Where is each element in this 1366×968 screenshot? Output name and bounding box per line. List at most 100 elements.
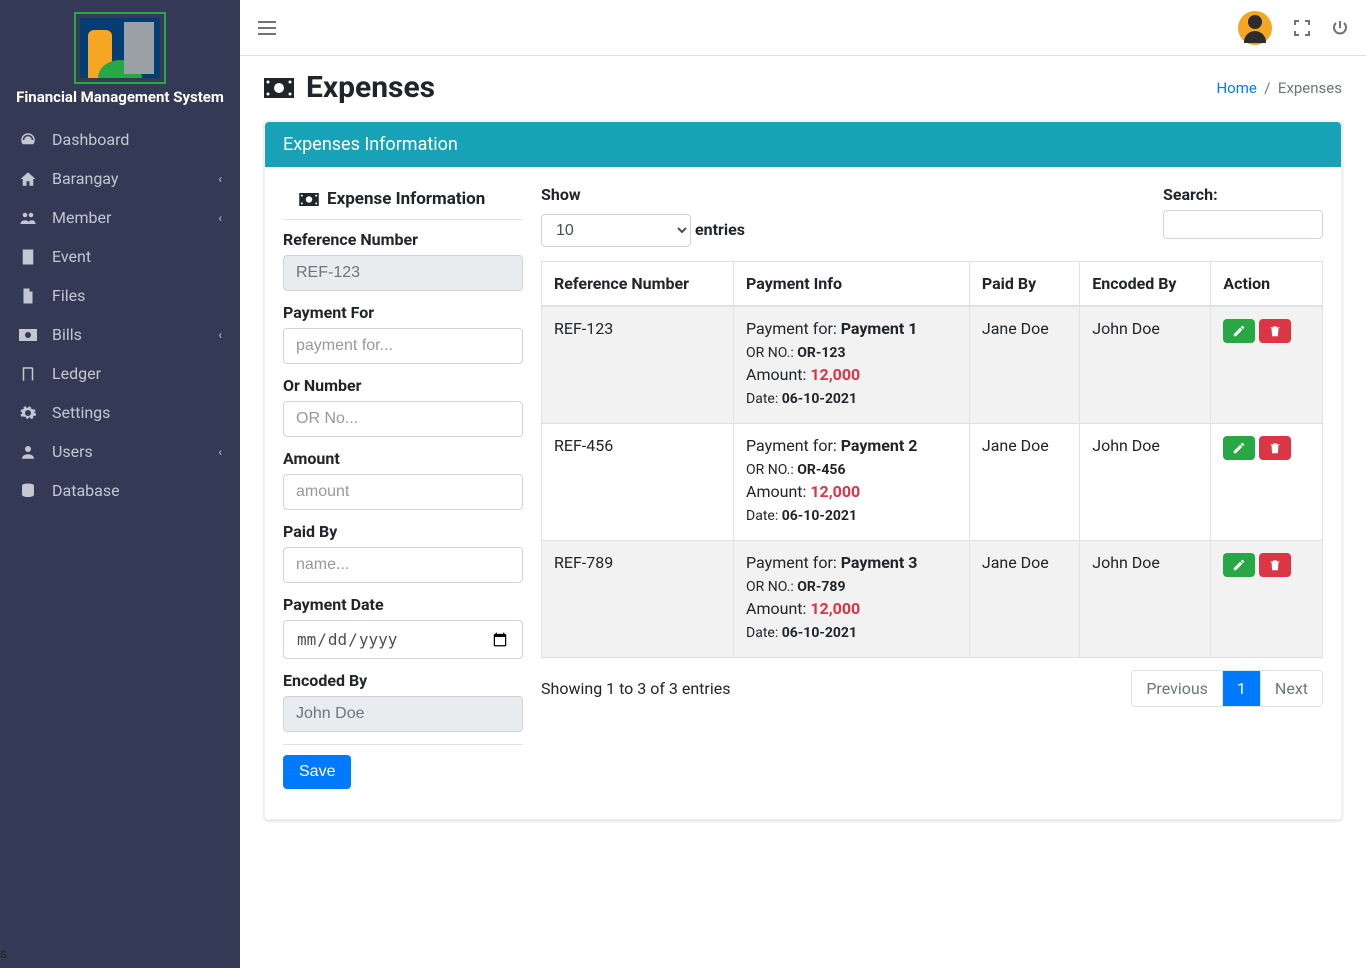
delete-button[interactable] — [1259, 436, 1291, 460]
payment-date-input[interactable] — [283, 620, 523, 659]
sidebar-item-label: Files — [52, 286, 222, 305]
sidebar-item-barangay[interactable]: Barangay‹ — [0, 159, 240, 198]
page-next[interactable]: Next — [1261, 671, 1322, 706]
cell-ref: REF-789 — [542, 541, 734, 658]
payment-for-input[interactable] — [283, 328, 523, 364]
money-icon — [299, 193, 319, 206]
page-title-text: Expenses — [306, 70, 435, 105]
page-title: Expenses — [264, 70, 1216, 105]
delete-button[interactable] — [1259, 553, 1291, 577]
delete-button[interactable] — [1259, 319, 1291, 343]
stray-text: s — [0, 946, 7, 962]
fullscreen-icon[interactable] — [1294, 20, 1310, 36]
breadcrumb-current: Expenses — [1278, 79, 1342, 97]
sidebar-item-label: Barangay — [52, 169, 218, 188]
sidebar-item-label: Users — [52, 442, 218, 461]
chevron-left-icon: ‹ — [218, 211, 222, 225]
sidebar-item-files[interactable]: Files — [0, 276, 240, 315]
cell-paid-by: Jane Doe — [969, 306, 1079, 424]
cell-payment-info: Payment for: Payment 1OR NO.: OR-123Amou… — [734, 306, 970, 424]
page-prev[interactable]: Previous — [1132, 671, 1223, 706]
money-icon — [264, 78, 294, 98]
cell-paid-by: Jane Doe — [969, 424, 1079, 541]
edit-button[interactable] — [1223, 319, 1255, 343]
sidebar: Financial Management System Dashboard Bar… — [0, 0, 240, 968]
entries-label: entries — [695, 220, 745, 239]
paid-by-input[interactable] — [283, 547, 523, 583]
sidebar-item-settings[interactable]: Settings — [0, 393, 240, 432]
search-label: Search: — [1163, 185, 1323, 204]
sidebar-item-dashboard[interactable]: Dashboard — [0, 120, 240, 159]
hamburger-icon[interactable] — [258, 21, 1238, 35]
sidebar-item-event[interactable]: Event — [0, 237, 240, 276]
cell-encoded-by: John Doe — [1080, 541, 1211, 658]
chevron-left-icon: ‹ — [218, 172, 222, 186]
sidebar-nav: DashboardBarangay‹Member‹EventFilesBills… — [0, 114, 240, 516]
power-icon[interactable] — [1332, 20, 1348, 36]
tachometer-icon — [18, 131, 38, 149]
search-input[interactable] — [1163, 210, 1323, 239]
save-button[interactable]: Save — [283, 755, 351, 789]
column-header[interactable]: Action — [1211, 262, 1323, 307]
file-icon — [18, 287, 38, 305]
cell-encoded-by: John Doe — [1080, 424, 1211, 541]
or-input[interactable] — [283, 401, 523, 437]
page-1[interactable]: 1 — [1223, 671, 1261, 706]
cell-paid-by: Jane Doe — [969, 541, 1079, 658]
book-icon — [18, 365, 38, 383]
amount-input[interactable] — [283, 474, 523, 510]
sidebar-item-bills[interactable]: Bills‹ — [0, 315, 240, 354]
ref-label: Reference Number — [283, 230, 523, 249]
cell-ref: REF-123 — [542, 306, 734, 424]
sidebar-item-database[interactable]: Database — [0, 471, 240, 510]
column-header[interactable]: Paid By — [969, 262, 1079, 307]
sidebar-item-label: Settings — [52, 403, 222, 422]
sidebar-item-label: Dashboard — [52, 130, 222, 149]
user-icon — [18, 443, 38, 461]
pencil-icon — [1232, 324, 1246, 338]
edit-button[interactable] — [1223, 553, 1255, 577]
table-row: REF-789Payment for: Payment 3OR NO.: OR-… — [542, 541, 1323, 658]
column-header[interactable]: Encoded By — [1080, 262, 1211, 307]
brand[interactable]: Financial Management System — [0, 0, 240, 114]
sidebar-item-label: Event — [52, 247, 222, 266]
encoded-by-label: Encoded By — [283, 671, 523, 690]
sidebar-item-label: Bills — [52, 325, 218, 344]
table-row: REF-456Payment for: Payment 2OR NO.: OR-… — [542, 424, 1323, 541]
sidebar-item-ledger[interactable]: Ledger — [0, 354, 240, 393]
column-header[interactable]: Reference Number — [542, 262, 734, 307]
expenses-table: Reference NumberPayment InfoPaid ByEncod… — [541, 261, 1323, 658]
trash-icon — [1268, 558, 1282, 572]
cell-action — [1211, 424, 1323, 541]
money-icon — [18, 329, 38, 341]
column-header[interactable]: Payment Info — [734, 262, 970, 307]
breadcrumb: Home / Expenses — [1216, 79, 1342, 97]
payment-date-label: Payment Date — [283, 595, 523, 614]
brand-text: Financial Management System — [10, 88, 230, 106]
amount-label: Amount — [283, 449, 523, 468]
trash-icon — [1268, 324, 1282, 338]
pagination: Previous 1 Next — [1131, 670, 1323, 707]
building-icon — [18, 248, 38, 266]
sidebar-item-label: Database — [52, 481, 222, 500]
table-info: Showing 1 to 3 of 3 entries — [541, 679, 1131, 698]
trash-icon — [1268, 441, 1282, 455]
brand-logo — [74, 12, 166, 84]
cell-payment-info: Payment for: Payment 2OR NO.: OR-456Amou… — [734, 424, 970, 541]
expenses-card: Expenses Information Expense Information — [264, 121, 1342, 820]
form-title: Expense Information — [283, 185, 523, 219]
or-label: Or Number — [283, 376, 523, 395]
user-avatar[interactable] — [1238, 11, 1272, 45]
payment-for-label: Payment For — [283, 303, 523, 322]
cell-encoded-by: John Doe — [1080, 306, 1211, 424]
ref-input — [283, 255, 523, 291]
chevron-left-icon: ‹ — [218, 445, 222, 459]
breadcrumb-home[interactable]: Home — [1216, 79, 1256, 97]
topbar — [240, 0, 1366, 56]
sidebar-item-member[interactable]: Member‹ — [0, 198, 240, 237]
sidebar-item-users[interactable]: Users‹ — [0, 432, 240, 471]
edit-button[interactable] — [1223, 436, 1255, 460]
paid-by-label: Paid By — [283, 522, 523, 541]
length-select[interactable]: 10 — [541, 214, 691, 247]
sidebar-item-label: Ledger — [52, 364, 222, 383]
